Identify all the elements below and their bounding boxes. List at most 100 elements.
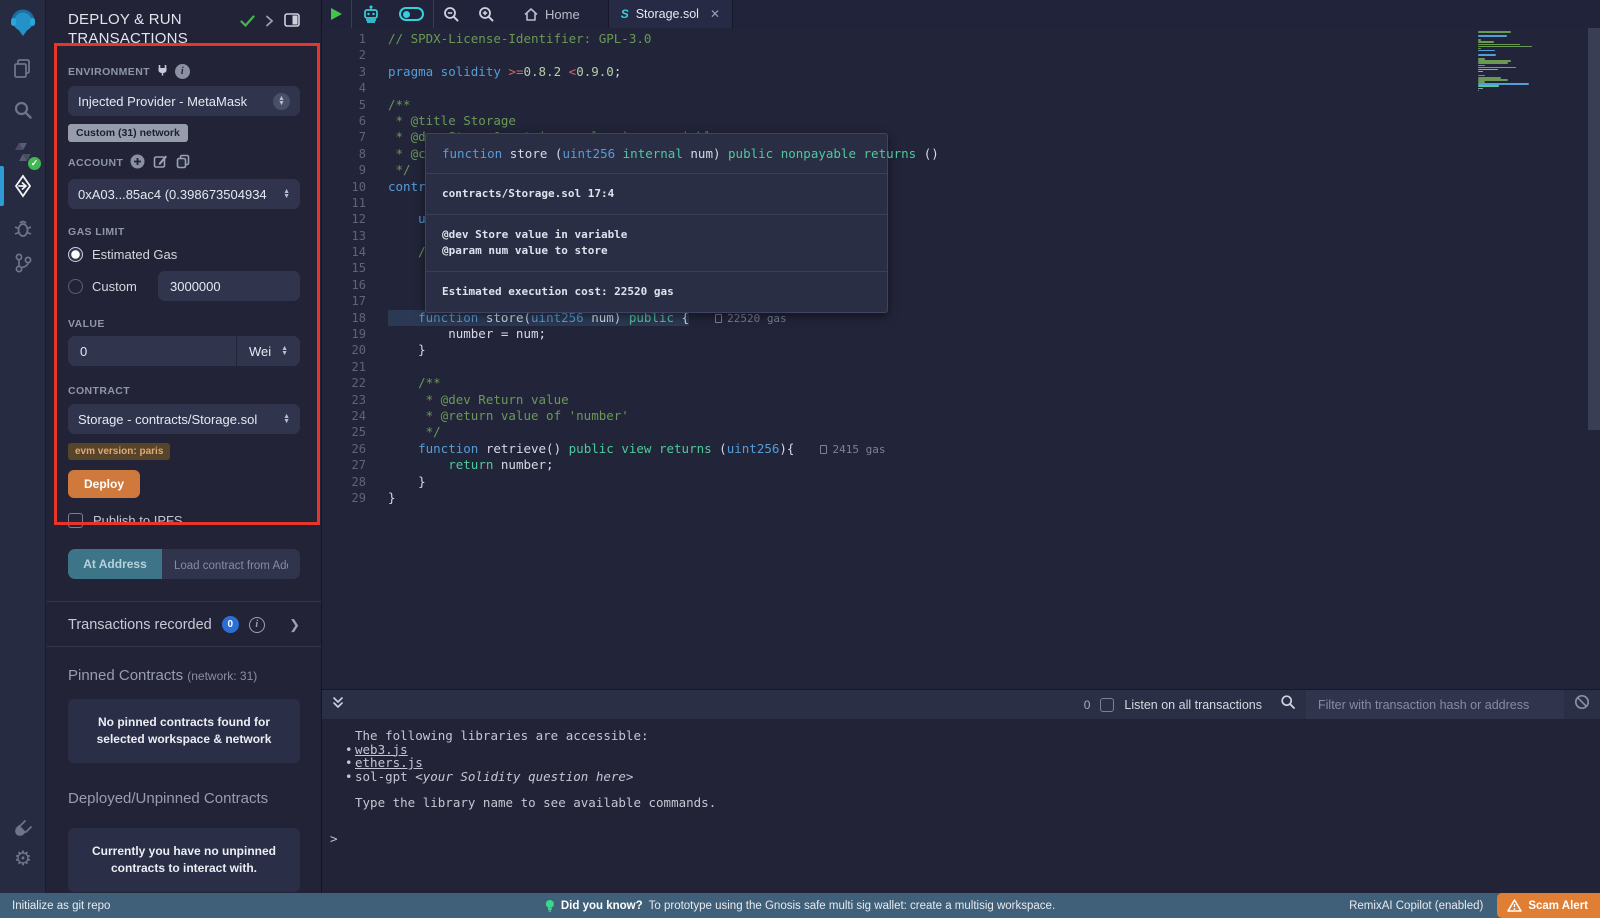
at-address-input[interactable] (162, 549, 300, 579)
home-icon (524, 8, 538, 21)
file-explorer-icon[interactable] (0, 48, 46, 88)
editor-scrollbar[interactable] (1588, 28, 1600, 430)
search-icon[interactable] (0, 90, 46, 130)
account-value: 0xA03...85ac4 (0.398673504934 (78, 187, 267, 202)
transactions-expand-icon[interactable]: ❯ (289, 617, 300, 633)
custom-gas-radio[interactable] (68, 279, 83, 294)
minimap-line (1478, 71, 1483, 73)
line-number: 19 (322, 326, 366, 342)
gas-limit-label: GAS LIMIT (68, 226, 125, 238)
minimap[interactable] (1478, 31, 1538, 92)
code-line: */ (388, 424, 885, 440)
code-line: } (388, 342, 885, 358)
code-line: function retrieve() public view returns … (388, 441, 885, 457)
line-number: 17 (322, 293, 366, 309)
ai-copilot-button[interactable] (352, 0, 390, 28)
account-select[interactable]: 0xA03...85ac4 (0.398673504934 ▲▼ (68, 179, 300, 209)
minimap-line (1478, 54, 1496, 56)
terminal-header: 0 Listen on all transactions (322, 689, 1600, 719)
value-unit: Wei (249, 344, 271, 359)
line-number: 24 (322, 408, 366, 424)
value-input[interactable] (68, 336, 236, 366)
terminal-search-icon[interactable] (1280, 694, 1296, 715)
listen-transactions-label: Listen on all transactions (1124, 698, 1262, 712)
code-line: /** (388, 375, 885, 391)
line-number: 2 (322, 47, 366, 63)
tab-storage-sol[interactable]: S Storage.sol ✕ (608, 0, 733, 28)
line-number: 3 (322, 64, 366, 80)
settings-icon[interactable]: ⚙ (0, 838, 46, 878)
copy-account-icon[interactable] (176, 154, 190, 172)
code-editor[interactable]: 1234567891011121314151617181920212223242… (322, 28, 1600, 717)
tab-close-icon[interactable]: ✕ (710, 7, 720, 21)
line-number: 27 (322, 457, 366, 473)
contract-stepper-icon: ▲▼ (279, 414, 290, 424)
contract-select[interactable]: Storage - contracts/Storage.sol ▲▼ (68, 404, 300, 434)
deploy-run-icon[interactable] (0, 166, 46, 206)
tooltip-docs: @dev Store value in variable@param num v… (426, 215, 887, 272)
at-address-button[interactable]: At Address (68, 549, 162, 579)
code-line (388, 47, 885, 63)
terminal-collapse-icon[interactable] (332, 696, 344, 714)
panel-expand-icon[interactable] (265, 14, 274, 32)
code-line: /** (388, 97, 885, 113)
icon-rail: ✓ ⚙ (0, 0, 46, 893)
publish-ipfs-checkbox[interactable] (68, 513, 83, 528)
copilot-toggle[interactable] (390, 0, 433, 28)
transaction-filter-input[interactable] (1306, 690, 1564, 720)
gas-pump-icon (820, 445, 827, 454)
zoom-in-button[interactable] (469, 0, 504, 28)
line-number: 12 (322, 211, 366, 227)
status-bar: Initialize as git repo Did you know? To … (0, 893, 1600, 918)
scam-alert-button[interactable]: Scam Alert (1497, 893, 1600, 918)
zoom-in-icon (478, 6, 495, 23)
deploy-button[interactable]: Deploy (68, 470, 140, 498)
custom-gas-input[interactable] (158, 271, 300, 301)
copilot-status[interactable]: RemixAI Copilot (enabled) (1349, 900, 1483, 912)
git-icon[interactable] (0, 243, 46, 283)
clear-terminal-icon[interactable] (1574, 694, 1590, 715)
minimap-line (1478, 88, 1483, 90)
minimap-line (1478, 65, 1485, 67)
create-account-icon[interactable] (130, 154, 145, 172)
code-line (388, 359, 885, 375)
terminal[interactable]: The following libraries are accessible: … (322, 719, 1600, 893)
git-init-button[interactable]: Initialize as git repo (12, 900, 110, 912)
transactions-info-icon[interactable]: i (249, 617, 265, 633)
line-number: 20 (322, 342, 366, 358)
pin-panel-icon[interactable] (284, 13, 300, 32)
listen-transactions-checkbox[interactable] (1100, 698, 1114, 712)
code-line: } (388, 474, 885, 490)
transactions-count-badge: 0 (222, 616, 239, 633)
code-line: return number; (388, 457, 885, 473)
publish-ipfs-label: Publish to IPFS (93, 513, 183, 528)
minimap-line (1478, 46, 1532, 48)
remix-logo-icon[interactable] (0, 2, 46, 42)
line-numbers: 1234567891011121314151617181920212223242… (322, 31, 388, 506)
select-stepper-icon: ▲▼ (273, 93, 290, 110)
gas-estimate-widget: 22520 gas (715, 312, 787, 325)
plug-icon[interactable] (157, 64, 168, 79)
panel-title: DEPLOY & RUN TRANSACTIONS (68, 10, 238, 48)
environment-select[interactable]: Injected Provider - MetaMask ▲▼ (68, 86, 300, 116)
line-number: 1 (322, 31, 366, 47)
line-number: 18 (322, 310, 366, 326)
deployed-contracts-title: Deployed/Unpinned Contracts (68, 790, 300, 807)
terminal-prompt[interactable]: > (322, 832, 1600, 846)
deployed-empty-message: Currently you have no unpinned contracts… (68, 828, 300, 892)
value-unit-select[interactable]: Wei ▲▼ (236, 336, 300, 366)
line-number: 8 (322, 146, 366, 162)
zoom-out-button[interactable] (434, 0, 469, 28)
run-script-button[interactable] (322, 0, 351, 28)
tab-home[interactable]: Home (510, 0, 594, 28)
terminal-tx-count: 0 (1084, 698, 1091, 712)
solidity-file-icon: S (621, 7, 629, 21)
debugger-icon[interactable] (0, 208, 46, 248)
estimated-gas-radio[interactable] (68, 247, 83, 262)
value-label: VALUE (68, 318, 105, 330)
sign-message-icon[interactable] (153, 154, 168, 172)
environment-info-icon[interactable]: i (175, 64, 190, 79)
minimap-line (1478, 90, 1479, 92)
editor-toolbar: Home S Storage.sol ✕ (322, 0, 1600, 28)
tooltip-doc-line: @param num value to store (442, 243, 871, 259)
